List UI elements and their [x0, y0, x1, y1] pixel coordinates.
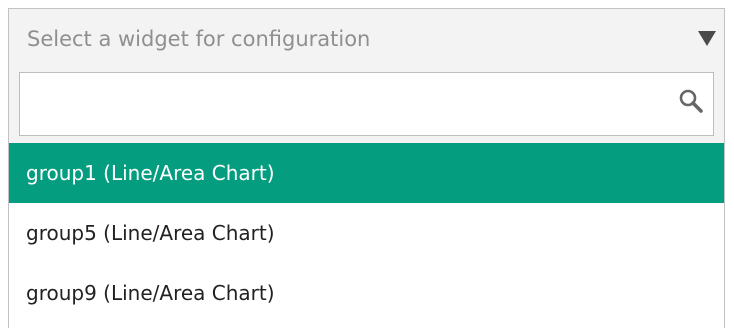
- option-group5[interactable]: group5 (Line/Area Chart): [9, 203, 724, 263]
- widget-select-dropdown: Select a widget for configuration group1…: [8, 8, 725, 328]
- select-placeholder: Select a widget for configuration: [27, 27, 371, 51]
- search-icon: [679, 89, 703, 113]
- option-group9[interactable]: group9 (Line/Area Chart): [9, 263, 724, 323]
- widget-select-toggle[interactable]: Select a widget for configuration: [9, 9, 724, 67]
- search-input[interactable]: [20, 73, 713, 135]
- option-label: group5 (Line/Area Chart): [26, 221, 275, 245]
- search-box: [19, 72, 714, 136]
- chevron-down-icon[interactable]: [698, 31, 716, 46]
- option-list: group1 (Line/Area Chart) group5 (Line/Ar…: [9, 143, 724, 323]
- option-label: group9 (Line/Area Chart): [26, 281, 275, 305]
- option-label: group1 (Line/Area Chart): [26, 161, 275, 185]
- option-group1[interactable]: group1 (Line/Area Chart): [9, 143, 724, 203]
- search-container: [9, 67, 724, 143]
